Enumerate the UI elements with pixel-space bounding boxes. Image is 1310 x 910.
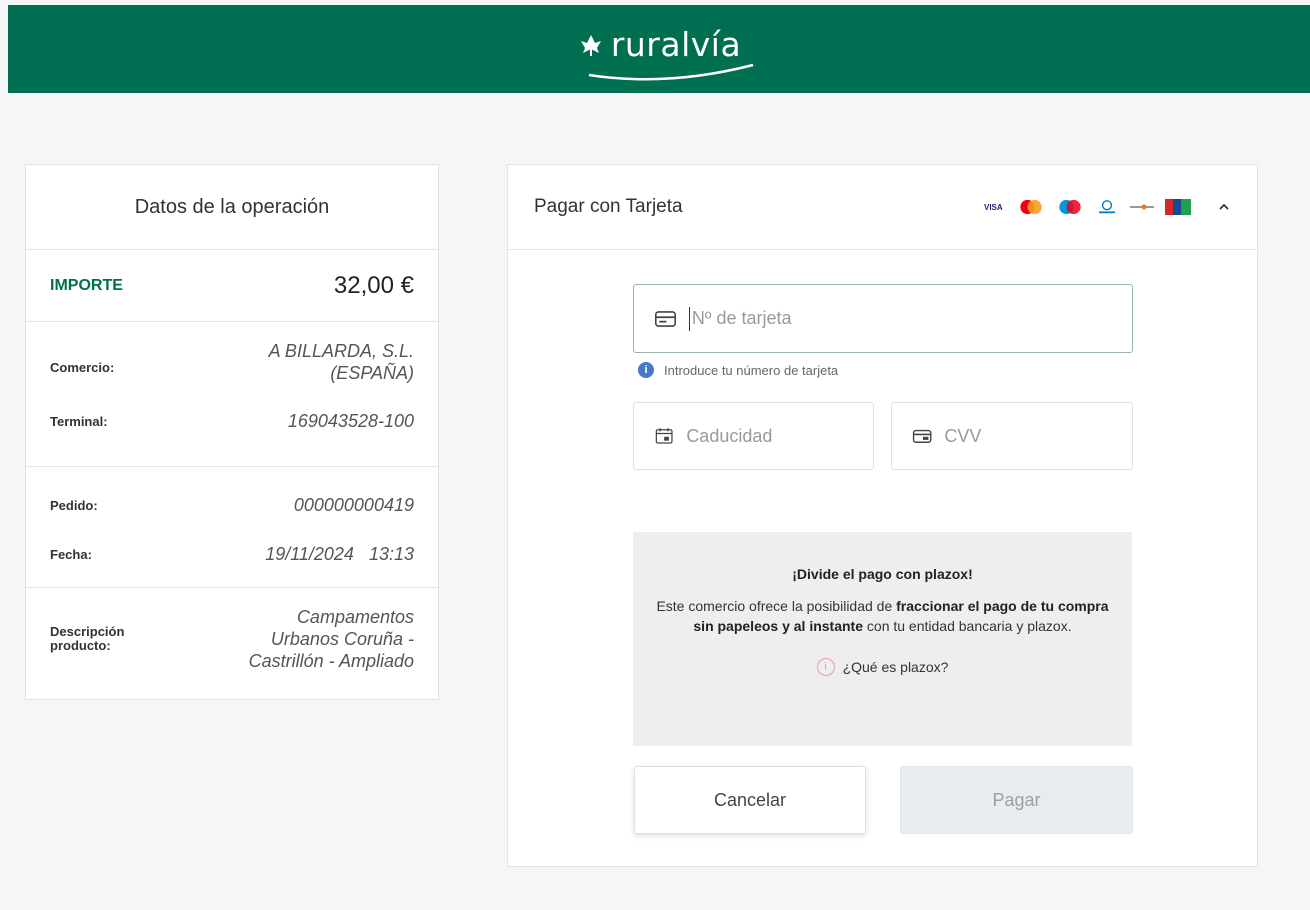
plazox-text-part: con tu entidad bancaria y plazox. <box>863 618 1072 634</box>
merchant-value-line: A BILLARDA, S.L. <box>268 341 414 361</box>
card-number-hint: i Introduce tu número de tarjeta <box>638 362 838 378</box>
summary-title: Datos de la operación <box>26 165 438 250</box>
pay-button[interactable]: Pagar <box>900 766 1133 834</box>
date-row: Fecha: 19/11/2024 13:13 <box>50 533 414 575</box>
terminal-row: Terminal: 169043528-100 <box>50 396 414 446</box>
card-payment-header[interactable]: Pagar con Tarjeta VISA <box>508 165 1257 250</box>
info-circle-icon: i <box>816 658 835 676</box>
info-icon: i <box>638 362 654 378</box>
description-value-line: Urbanos Coruña - <box>270 629 414 649</box>
description-value-line: Campamentos <box>296 607 414 627</box>
terminal-label: Terminal: <box>50 413 108 429</box>
jcb-icon <box>1165 199 1191 215</box>
amount-label: IMPORTE <box>50 276 123 294</box>
plazox-promo: ¡Divide el pago con plazox! Este comerci… <box>633 532 1132 746</box>
card-payment-panel: Pagar con Tarjeta VISA i Introduce tu nú… <box>507 164 1258 867</box>
plazox-text: Este comercio ofrece la posibilidad de f… <box>653 596 1113 636</box>
card-number-field[interactable] <box>633 284 1133 353</box>
top-banner: ruralvía <box>8 5 1310 93</box>
mastercard-icon <box>1020 199 1042 215</box>
ruralvia-logo[interactable]: ruralvía <box>577 25 754 81</box>
order-value: 000000000419 <box>293 495 414 515</box>
maestro-icon <box>1059 199 1081 215</box>
logo-swoosh <box>588 63 754 81</box>
merchant-value: A BILLARDA, S.L. (ESPAÑA) <box>269 340 414 384</box>
date-label: Fecha: <box>50 546 92 562</box>
expiry-field[interactable] <box>633 402 874 470</box>
description-value-line: Castrillón - Ampliado <box>248 651 414 671</box>
merchant-value-line: (ESPAÑA) <box>330 363 414 383</box>
description-label: Descripción producto: <box>50 625 124 653</box>
discover-icon <box>1130 204 1154 210</box>
card-brands: VISA <box>984 199 1191 215</box>
plazox-info-link[interactable]: i ¿Qué es plazox? <box>816 658 949 676</box>
amount-value: 32,00 € <box>333 271 414 299</box>
logo-text: ruralvía <box>610 25 742 64</box>
merchant-terminal-block: Comercio: A BILLARDA, S.L. (ESPAÑA) Term… <box>26 322 438 467</box>
date-value: 19/11/2024 13:13 <box>265 544 414 564</box>
description-block: Descripción producto: Campamentos Urbano… <box>26 588 438 672</box>
card-number-input[interactable] <box>691 308 1133 329</box>
calendar-icon <box>655 428 673 444</box>
description-row: Descripción producto: Campamentos Urbano… <box>50 606 414 672</box>
plazox-text-part: Este comercio ofrece la posibilidad de <box>656 598 897 614</box>
cvv-field[interactable] <box>891 402 1133 470</box>
visa-icon: VISA <box>984 203 1003 212</box>
operation-summary-panel: Datos de la operación IMPORTE 32,00 € Co… <box>25 164 439 700</box>
order-label: Pedido: <box>50 497 98 513</box>
description-label-line: producto: <box>50 638 111 653</box>
plazox-title: ¡Divide el pago con plazox! <box>792 566 973 582</box>
credit-card-icon <box>654 310 677 327</box>
expiry-input[interactable] <box>686 425 873 447</box>
card-hint-text: Introduce tu número de tarjeta <box>664 362 839 378</box>
svg-text:VISA: VISA <box>984 203 1003 212</box>
dinersclub-icon <box>1099 200 1115 214</box>
terminal-value: 169043528-100 <box>287 411 414 431</box>
description-value: Campamentos Urbanos Coruña - Castrillón … <box>249 606 414 672</box>
merchant-label: Comercio: <box>50 360 115 375</box>
leaf-logo-icon <box>580 34 601 56</box>
amount-row: IMPORTE 32,00 € <box>26 250 438 322</box>
merchant-row: Comercio: A BILLARDA, S.L. (ESPAÑA) <box>50 340 414 396</box>
description-label-line: Descripción <box>50 624 125 639</box>
card-payment-title: Pagar con Tarjeta <box>534 196 683 217</box>
cvv-input[interactable] <box>944 425 1132 447</box>
text-caret <box>688 306 690 331</box>
card-security-icon <box>912 429 932 443</box>
order-row: Pedido: 000000000419 <box>50 477 414 533</box>
order-date-block: Pedido: 000000000419 Fecha: 19/11/2024 1… <box>26 467 438 588</box>
plazox-link-text: ¿Qué es plazox? <box>842 659 949 675</box>
chevron-up-icon[interactable] <box>1217 200 1231 214</box>
cancel-button[interactable]: Cancelar <box>634 766 866 834</box>
